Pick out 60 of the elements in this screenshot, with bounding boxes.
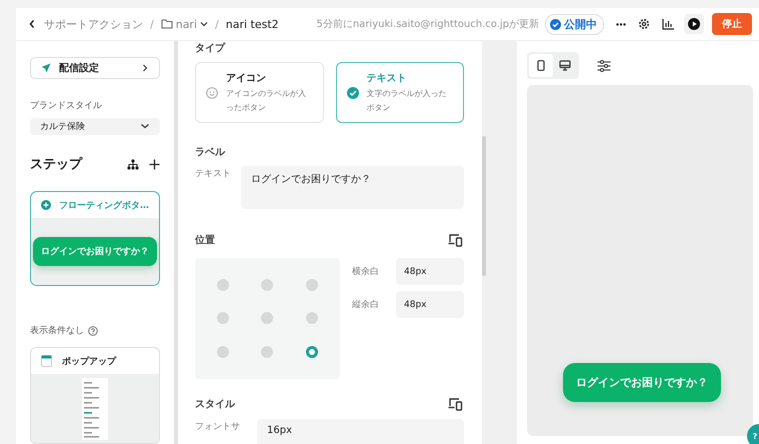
breadcrumb-link[interactable]: サポートアクション	[44, 16, 143, 32]
popup-card[interactable]: ポップアップ	[30, 347, 160, 444]
delivery-settings-button[interactable]: 配信設定	[30, 57, 160, 79]
phone-icon	[537, 60, 545, 71]
breadcrumb-link[interactable]: nari	[176, 18, 198, 30]
devices-icon[interactable]	[448, 233, 464, 247]
option-title: アイコン	[226, 72, 267, 85]
folder-breadcrumb[interactable]: nari	[160, 18, 208, 30]
chart-icon[interactable]	[662, 18, 674, 30]
dropdown-icon	[140, 122, 150, 130]
popup-title: ポップアップ	[62, 355, 116, 368]
hierarchy-icon[interactable]	[127, 158, 139, 170]
brand-style-label: ブランドスタイル	[30, 100, 103, 112]
option-description: アイコンのラベルが入ったボタン	[226, 88, 307, 114]
field-label: フォントサ	[195, 421, 241, 434]
settings-icon[interactable]	[638, 18, 650, 30]
font-size-field[interactable]: 16px	[257, 419, 464, 444]
field-label: テキスト	[195, 168, 231, 181]
option-description: 文字のラベルが入ったボタン	[366, 88, 448, 114]
add-circle-icon	[41, 200, 51, 210]
status-badge: 公開中	[545, 14, 604, 34]
add-icon[interactable]	[149, 158, 160, 170]
section-title: 位置	[195, 234, 215, 247]
label-text-field[interactable]: ログインでお困りですか？	[241, 166, 464, 209]
more-icon[interactable]	[616, 22, 626, 26]
sliders-icon[interactable]	[597, 60, 611, 72]
breadcrumb-separator: /	[150, 18, 154, 30]
folder-icon	[160, 19, 173, 29]
mobile-tab[interactable]	[529, 54, 553, 77]
chevron-icon	[141, 64, 149, 72]
margin-field[interactable]: 48px	[396, 258, 464, 285]
section-title: スタイル	[195, 398, 235, 411]
type-option[interactable]: アイコン アイコンのラベルが入ったボタン	[195, 62, 324, 123]
updated-text: 5分前にnariyuki.saito@righttouch.co.jpが更新	[316, 18, 539, 31]
condition-label: 表示条件なし	[30, 324, 84, 337]
breadcrumb-current: nari test2	[226, 18, 279, 30]
floating-button-preview: ログインでお困りですか？	[33, 237, 157, 266]
type-option[interactable]: テキスト 文字のラベルが入ったボタン	[336, 62, 464, 123]
window-icon	[41, 355, 52, 367]
step-title: フローティングボタ…	[59, 200, 149, 212]
breadcrumb-separator: /	[215, 18, 219, 30]
position-option[interactable]	[306, 346, 318, 358]
option-title: テキスト	[366, 72, 408, 85]
section-title: タイプ	[195, 41, 225, 55]
thumbnail-drawing	[82, 378, 108, 440]
brand-style-select[interactable]: カルテ保険	[30, 118, 160, 135]
help-icon[interactable]	[88, 326, 98, 336]
play-button[interactable]	[684, 14, 704, 34]
section-title: ラベル	[195, 146, 225, 159]
smiley-icon	[206, 86, 218, 98]
devices-icon[interactable]	[448, 397, 464, 411]
margin-label: 横余白	[352, 266, 380, 278]
send-icon	[41, 62, 51, 73]
margin-label: 縦余白	[352, 298, 380, 311]
check-icon	[346, 86, 358, 98]
back-icon[interactable]	[28, 19, 36, 29]
monitor-icon	[559, 60, 571, 71]
caret-icon	[200, 20, 208, 28]
margin-field[interactable]: 48px	[396, 291, 464, 318]
steps-title: ステップ	[30, 156, 82, 173]
